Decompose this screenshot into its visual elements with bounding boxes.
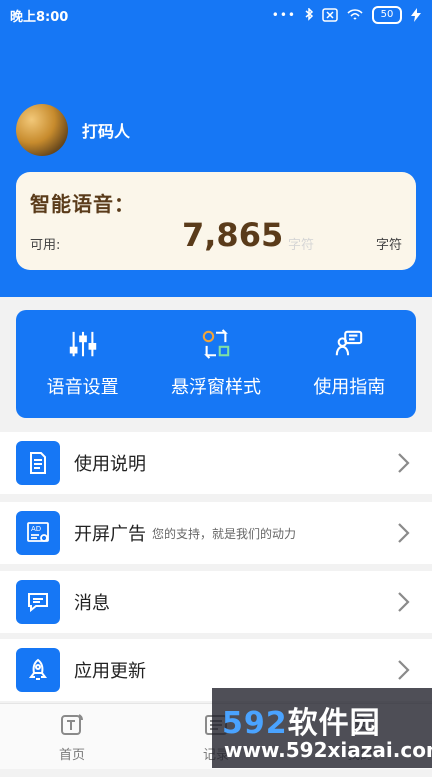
menu-item-label: 开屏广告 xyxy=(74,524,146,545)
watermark-brand: 592软件园 xyxy=(222,698,381,742)
sliders-icon xyxy=(69,331,96,357)
quota-title: 智能语音： xyxy=(30,192,135,216)
action-label: 使用指南 xyxy=(313,377,386,398)
ad-icon: AD xyxy=(16,511,60,555)
chevron-right-icon xyxy=(398,660,410,680)
menu-item-subtitle: 您的支持，就是我们的动力 xyxy=(152,526,297,541)
unit-ghost-label: 字符 xyxy=(288,238,315,253)
sim-icon xyxy=(322,8,338,22)
watermark-domain: www.592xiazai.com xyxy=(224,738,432,762)
username: 打码人 xyxy=(82,122,131,141)
available-label: 可用: xyxy=(30,238,61,253)
profile[interactable]: 打码人 xyxy=(16,104,130,156)
chevron-right-icon xyxy=(398,453,410,473)
wifi-icon xyxy=(346,8,364,22)
signal-dots: ••• xyxy=(271,8,296,22)
swap-layout-icon xyxy=(202,329,230,359)
header-hero: 晚上8:00 ••• 50 打码人 智能语音： 可用: 7,865 字符 字符 xyxy=(0,0,432,297)
tab-home[interactable]: 首页 xyxy=(2,704,142,777)
guide-icon xyxy=(336,330,363,356)
watermark-brand-num: 592 xyxy=(222,706,288,741)
menu-item-usage[interactable]: 使用说明 xyxy=(0,432,432,494)
bluetooth-icon xyxy=(304,8,314,22)
menu-item-label: 应用更新 xyxy=(74,661,146,682)
status-time: 晚上8:00 xyxy=(10,9,69,25)
battery-indicator: 50 xyxy=(372,6,402,24)
site-watermark: 592软件园 www.592xiazai.com xyxy=(212,688,432,768)
status-icons: ••• 50 xyxy=(272,6,422,24)
voice-quota-card: 智能语音： 可用: 7,865 字符 字符 xyxy=(16,172,416,270)
rocket-icon xyxy=(16,648,60,692)
status-bar: 晚上8:00 ••• 50 xyxy=(0,0,432,30)
unit-label: 字符 xyxy=(375,238,402,253)
text-icon xyxy=(61,714,83,735)
tab-label: 首页 xyxy=(58,748,85,763)
action-user-guide[interactable]: 使用指南 xyxy=(284,310,414,418)
charging-icon xyxy=(410,8,422,22)
menu-item-label: 使用说明 xyxy=(74,454,146,475)
message-icon xyxy=(16,580,60,624)
chevron-right-icon xyxy=(398,592,410,612)
available-count: 7,865 xyxy=(182,216,284,254)
action-label: 语音设置 xyxy=(46,377,119,398)
menu-item-label: 消息 xyxy=(74,593,110,614)
quick-actions: 语音设置 悬浮窗样式 使用指南 xyxy=(16,310,416,418)
svg-text:AD: AD xyxy=(31,525,41,533)
action-voice-settings[interactable]: 语音设置 xyxy=(18,310,148,418)
action-floating-style[interactable]: 悬浮窗样式 xyxy=(151,310,281,418)
action-label: 悬浮窗样式 xyxy=(170,377,261,398)
chevron-right-icon xyxy=(398,523,410,543)
avatar[interactable] xyxy=(16,104,68,156)
document-icon xyxy=(16,441,60,485)
watermark-brand-cn: 软件园 xyxy=(287,706,381,741)
menu-item-messages[interactable]: 消息 xyxy=(0,571,432,633)
menu-item-splash-ad[interactable]: AD 开屏广告 您的支持，就是我们的动力 xyxy=(0,502,432,564)
